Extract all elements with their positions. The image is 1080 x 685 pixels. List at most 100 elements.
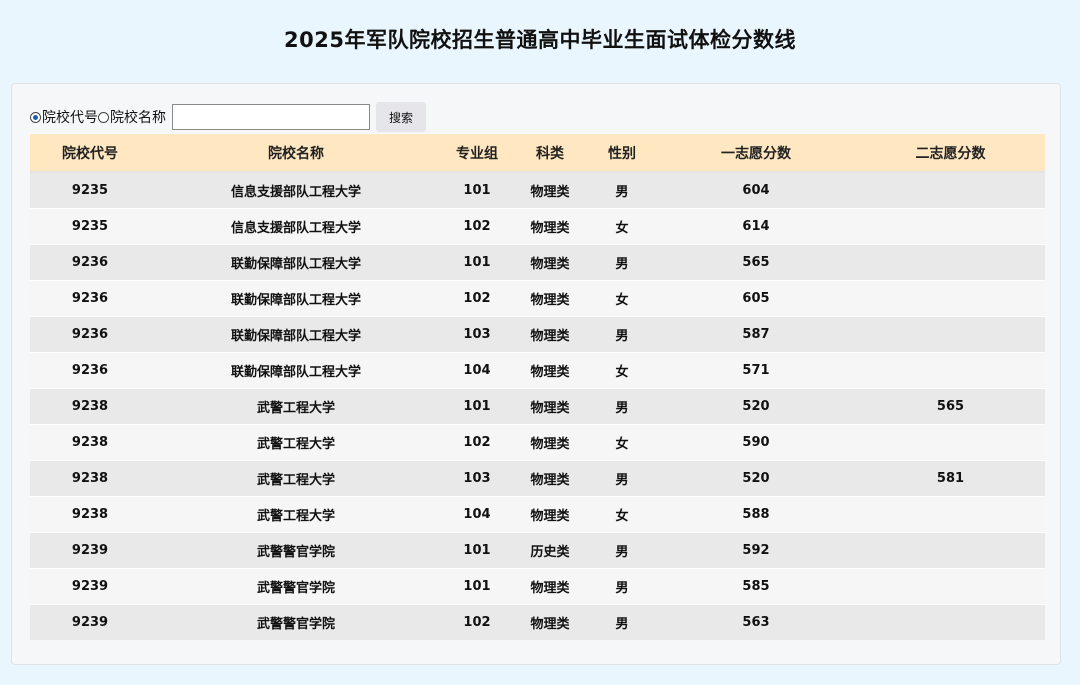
school-code-cell: 9236: [30, 316, 150, 353]
school-code-cell: 9235: [30, 171, 150, 209]
score-table: 院校代号 院校名称 专业组 科类 性别 一志愿分数 二志愿分数 9235 信息支援…: [30, 134, 1045, 640]
second-choice-score-cell: [856, 208, 1045, 245]
subject-category-cell: 历史类: [512, 532, 588, 569]
gender-cell: 女: [588, 280, 656, 317]
table-row: 9239 武警警官学院 101 物理类男 585: [30, 568, 1045, 605]
subject-category-cell: 物理类: [512, 388, 588, 425]
radio-school-code[interactable]: 院校代号: [30, 107, 98, 127]
second-choice-score-cell: [856, 316, 1045, 353]
search-bar: 院校代号 院校名称 搜索: [30, 100, 426, 134]
gender-cell: 男: [588, 388, 656, 425]
major-group-cell: 101: [442, 568, 512, 605]
table-row: 9239 武警警官学院 101 历史类男 592: [30, 532, 1045, 569]
subject-category-cell: 物理类: [512, 208, 588, 245]
first-choice-score-cell: 587: [656, 316, 856, 353]
school-code-cell: 9238: [30, 496, 150, 533]
gender-cell: 男: [588, 604, 656, 640]
school-name-cell: 信息支援部队工程大学: [150, 208, 442, 245]
second-choice-score-cell: [856, 604, 1045, 640]
school-name-cell: 联勤保障部队工程大学: [150, 316, 442, 353]
header-school-code: 院校代号: [30, 134, 150, 173]
table-header-row: 院校代号 院校名称 专业组 科类 性别 一志愿分数 二志愿分数: [30, 134, 1045, 173]
header-major-group: 专业组: [442, 134, 512, 173]
table-row: 9235 信息支援部队工程大学 101 物理类男 604: [30, 171, 1045, 209]
radio-school-name[interactable]: 院校名称: [98, 107, 166, 127]
subject-category-cell: 物理类: [512, 460, 588, 497]
major-group-cell: 103: [442, 316, 512, 353]
second-choice-score-cell: [856, 244, 1045, 281]
table-row: 9238 武警工程大学 102 物理类女 590: [30, 424, 1045, 461]
second-choice-score-cell: [856, 568, 1045, 605]
radio-school-name-indicator[interactable]: [98, 111, 109, 123]
second-choice-score-cell: [856, 280, 1045, 317]
header-first-choice-score: 一志愿分数: [656, 134, 856, 173]
first-choice-score-cell: 605: [656, 280, 856, 317]
subject-category-cell: 物理类: [512, 171, 588, 209]
table-row: 9235 信息支援部队工程大学 102 物理类女 614: [30, 208, 1045, 245]
table-row: 9238 武警工程大学 103 物理类男 520 581: [30, 460, 1045, 497]
subject-category-cell: 物理类: [512, 280, 588, 317]
header-subject-category: 科类: [512, 134, 588, 173]
first-choice-score-cell: 604: [656, 171, 856, 209]
second-choice-score-cell: [856, 352, 1045, 389]
gender-cell: 男: [588, 244, 656, 281]
first-choice-score-cell: 520: [656, 460, 856, 497]
search-input[interactable]: [172, 104, 370, 130]
subject-category-cell: 物理类: [512, 316, 588, 353]
gender-cell: 男: [588, 532, 656, 569]
subject-category-cell: 物理类: [512, 568, 588, 605]
school-code-cell: 9238: [30, 424, 150, 461]
radio-school-code-indicator[interactable]: [30, 111, 41, 123]
second-choice-score-cell: [856, 532, 1045, 569]
table-row: 9238 武警工程大学 101 物理类男 520 565: [30, 388, 1045, 425]
radio-school-name-label[interactable]: 院校名称: [110, 107, 166, 127]
major-group-cell: 102: [442, 208, 512, 245]
table-row: 9236 联勤保障部队工程大学 103 物理类男 587: [30, 316, 1045, 353]
school-name-cell: 联勤保障部队工程大学: [150, 352, 442, 389]
school-name-cell: 武警工程大学: [150, 424, 442, 461]
gender-cell: 女: [588, 496, 656, 533]
major-group-cell: 104: [442, 352, 512, 389]
subject-category-cell: 物理类: [512, 604, 588, 640]
school-name-cell: 联勤保障部队工程大学: [150, 280, 442, 317]
gender-cell: 女: [588, 208, 656, 245]
first-choice-score-cell: 520: [656, 388, 856, 425]
search-button[interactable]: 搜索: [376, 102, 426, 132]
page-title: 2025年军队院校招生普通高中毕业生面试体检分数线: [284, 28, 796, 52]
first-choice-score-cell: 565: [656, 244, 856, 281]
school-name-cell: 武警工程大学: [150, 496, 442, 533]
school-name-cell: 武警警官学院: [150, 532, 442, 569]
first-choice-score-cell: 590: [656, 424, 856, 461]
header-second-choice-score: 二志愿分数: [856, 134, 1045, 173]
subject-category-cell: 物理类: [512, 352, 588, 389]
table-body: 9235 信息支援部队工程大学 101 物理类男 604 9235 信息支援部队工程大学 10…: [30, 171, 1045, 640]
major-group-cell: 102: [442, 604, 512, 640]
first-choice-score-cell: 592: [656, 532, 856, 569]
header-school-name: 院校名称: [150, 134, 442, 173]
gender-cell: 男: [588, 568, 656, 605]
major-group-cell: 102: [442, 280, 512, 317]
radio-school-code-label[interactable]: 院校代号: [42, 107, 98, 127]
subject-category-cell: 物理类: [512, 496, 588, 533]
table-row: 9239 武警警官学院 102 物理类男 563: [30, 604, 1045, 640]
subject-category-cell: 物理类: [512, 244, 588, 281]
second-choice-score-cell: [856, 171, 1045, 209]
school-code-cell: 9236: [30, 244, 150, 281]
table-row: 9238 武警工程大学 104 物理类女 588: [30, 496, 1045, 533]
school-code-cell: 9236: [30, 280, 150, 317]
first-choice-score-cell: 585: [656, 568, 856, 605]
school-name-cell: 武警工程大学: [150, 460, 442, 497]
major-group-cell: 101: [442, 171, 512, 209]
major-group-cell: 102: [442, 424, 512, 461]
gender-cell: 男: [588, 171, 656, 209]
major-group-cell: 103: [442, 460, 512, 497]
table-row: 9236 联勤保障部队工程大学 102 物理类女 605: [30, 280, 1045, 317]
major-group-cell: 101: [442, 532, 512, 569]
second-choice-score-cell: [856, 424, 1045, 461]
subject-category-cell: 物理类: [512, 424, 588, 461]
first-choice-score-cell: 588: [656, 496, 856, 533]
major-group-cell: 101: [442, 388, 512, 425]
second-choice-score-cell: 581: [856, 460, 1045, 497]
search-type-radio-group: 院校代号 院校名称: [30, 107, 166, 127]
gender-cell: 女: [588, 352, 656, 389]
